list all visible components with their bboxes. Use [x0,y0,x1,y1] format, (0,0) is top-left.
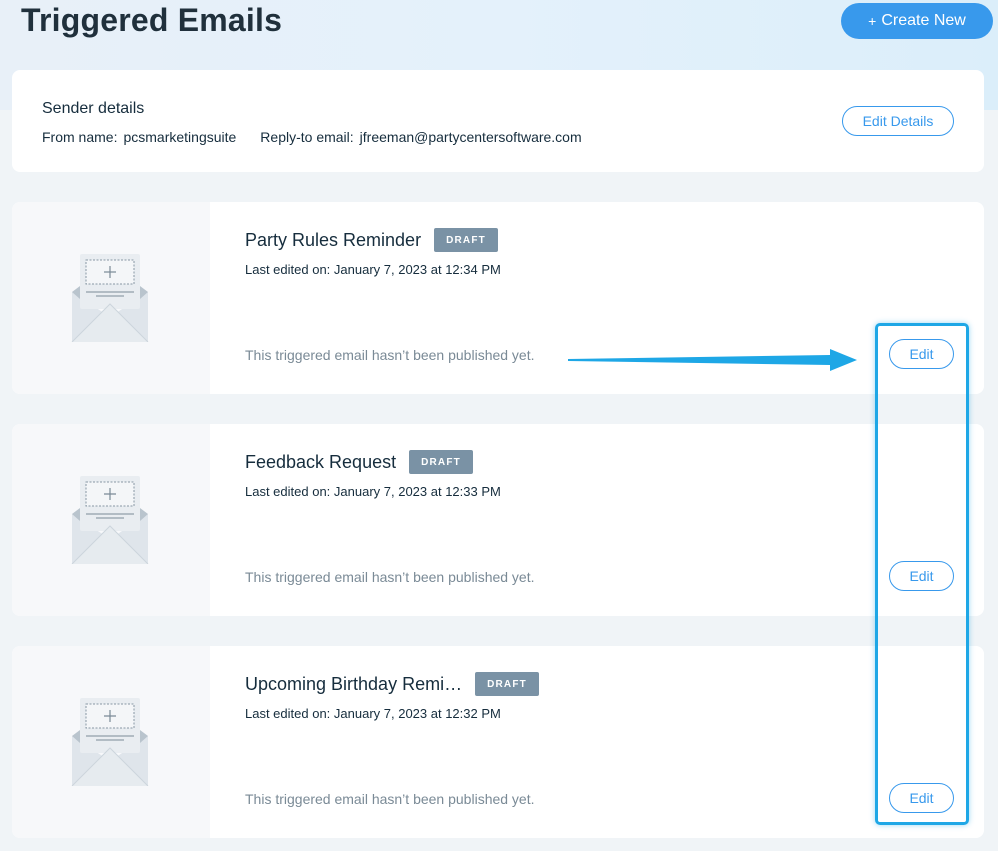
arrow-shape [568,349,857,371]
email-title-text: Feedback Request [245,451,397,472]
edit-button[interactable]: Edit [889,783,954,813]
sender-details-row: From name: pcsmarketingsuite Reply-to em… [42,129,582,145]
sender-details-title: Sender details [42,100,145,117]
create-new-label: Create New [881,12,966,29]
email-title: Feedback Request DRAFT [245,450,473,474]
edit-details-button[interactable]: Edit Details [842,106,954,136]
create-new-button[interactable]: + Create New [841,3,993,39]
unpublished-note: This triggered email hasn’t been publish… [245,791,535,807]
last-edited-text: Last edited on: January 7, 2023 at 12:34… [245,262,501,277]
email-title-text: Party Rules Reminder [245,229,422,250]
edit-button[interactable]: Edit [889,339,954,369]
email-title-text: Upcoming Birthday Remi… [245,673,463,694]
email-card: Feedback Request DRAFT Last edited on: J… [12,424,984,616]
plus-icon: + [868,13,877,29]
email-title: Upcoming Birthday Remi… DRAFT [245,672,539,696]
draft-badge: DRAFT [475,672,539,696]
envelope-icon [71,698,149,786]
last-edited-text: Last edited on: January 7, 2023 at 12:33… [245,484,501,499]
email-thumbnail [12,202,210,394]
edit-button[interactable]: Edit [889,561,954,591]
sender-details-card: Sender details From name: pcsmarketingsu… [12,70,984,172]
draft-badge: DRAFT [409,450,473,474]
envelope-icon [71,254,149,342]
annotation-arrow-icon [568,349,857,371]
unpublished-note: This triggered email hasn’t been publish… [245,347,535,363]
from-name-value: pcsmarketingsuite [123,129,237,145]
envelope-icon [71,476,149,564]
unpublished-note: This triggered email hasn’t been publish… [245,569,535,585]
from-name-label: From name: [42,129,118,145]
reply-to-label: Reply-to email: [260,129,354,145]
reply-to-value: jfreeman@partycentersoftware.com [359,129,582,145]
draft-badge: DRAFT [434,228,498,252]
email-title: Party Rules Reminder DRAFT [245,228,498,252]
email-thumbnail [12,424,210,616]
last-edited-text: Last edited on: January 7, 2023 at 12:32… [245,706,501,721]
page-title: Triggered Emails [21,2,283,38]
email-thumbnail [12,646,210,838]
email-card: Upcoming Birthday Remi… DRAFT Last edite… [12,646,984,838]
